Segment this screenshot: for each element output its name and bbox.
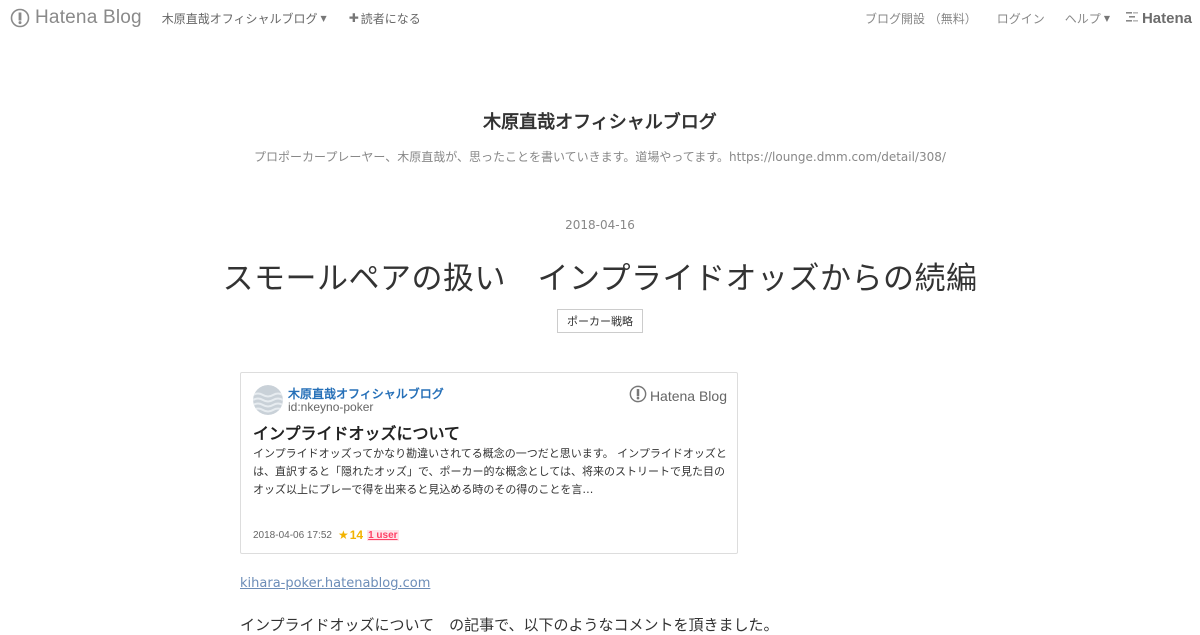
caret-down-icon: ▼ [1103, 13, 1110, 23]
blog-title[interactable]: 木原直哉オフィシャルブログ [0, 108, 1200, 134]
hatena-menu-icon [1125, 11, 1140, 26]
hatena-menu-label: Hatena [1141, 9, 1192, 27]
embed-entry-excerpt: インプライドオッズってかなり勘違いされてる概念の一つだと思います。 インプライド… [253, 447, 727, 496]
embed-blog-card[interactable]: 木原直哉オフィシャルブログ id:nkeyno-poker Hatena Blo… [240, 372, 738, 554]
star-icon: ★ [337, 528, 349, 542]
star-counter[interactable]: ★ 14 [338, 528, 363, 542]
embed-entry-title-link[interactable]: インプライドオッズについて [253, 420, 460, 444]
hatena-blog-logo-icon [629, 385, 647, 407]
embed-footer: 2018-04-06 17:52 ★ 14 1 user [253, 528, 399, 542]
source-site-link[interactable]: kihara-poker.hatenablog.com [240, 576, 430, 591]
embed-datetime: 2018-04-06 17:52 [253, 529, 332, 541]
hatena-blog-logo[interactable]: Hatena Blog [10, 0, 142, 36]
subscribe-button[interactable]: ✚ 読者になる [349, 10, 421, 27]
plus-icon: ✚ [348, 11, 359, 25]
login-link[interactable]: ログイン [997, 10, 1045, 27]
help-dropdown-label: ヘルプ [1064, 11, 1101, 26]
embed-user-id: id:nkeyno-poker [288, 400, 374, 414]
bookmark-users-link[interactable]: 1 user [367, 529, 399, 541]
entry-category-tag[interactable]: ポーカー戦略 [557, 309, 643, 333]
entry-date[interactable]: 2018-04-16 [0, 218, 1200, 232]
global-header: Hatena Blog 木原直哉オフィシャルブログ ▼ ✚ 読者になる ブログ開… [0, 0, 1200, 36]
entry-body-paragraph: インプライドオッズについて の記事で、以下のようなコメントを頂きました。 [240, 616, 779, 634]
global-header-left: Hatena Blog 木原直哉オフィシャルブログ ▼ ✚ 読者になる [10, 0, 421, 36]
hatena-blog-logo-text: Hatena Blog [35, 7, 142, 28]
star-count: 14 [349, 528, 364, 542]
global-header-right: ブログ開設 （無料） ログイン ヘルプ ▼ Hatena [845, 0, 1192, 36]
entry-title[interactable]: スモールペアの扱い インプライドオッズからの続編 [0, 253, 1200, 298]
blog-name-dropdown-label: 木原直哉オフィシャルブログ [161, 11, 318, 26]
caret-down-icon: ▼ [320, 13, 327, 23]
hatena-menu[interactable]: Hatena [1125, 9, 1192, 27]
blog-name-dropdown[interactable]: 木原直哉オフィシャルブログ ▼ [162, 10, 327, 27]
hatena-blog-logo-icon [10, 8, 30, 28]
help-dropdown[interactable]: ヘルプ ▼ [1065, 10, 1110, 27]
subscribe-button-label: 読者になる [360, 11, 421, 26]
signup-link[interactable]: ブログ開設 （無料） [865, 10, 977, 27]
embed-hatena-blog-logo[interactable]: Hatena Blog [629, 385, 727, 407]
blog-description: プロポーカープレーヤー、木原直哉が、思ったことを書いていきます。道場やってます。… [254, 150, 946, 164]
embed-hatena-blog-logo-text: Hatena Blog [649, 388, 727, 404]
avatar[interactable] [253, 385, 283, 415]
